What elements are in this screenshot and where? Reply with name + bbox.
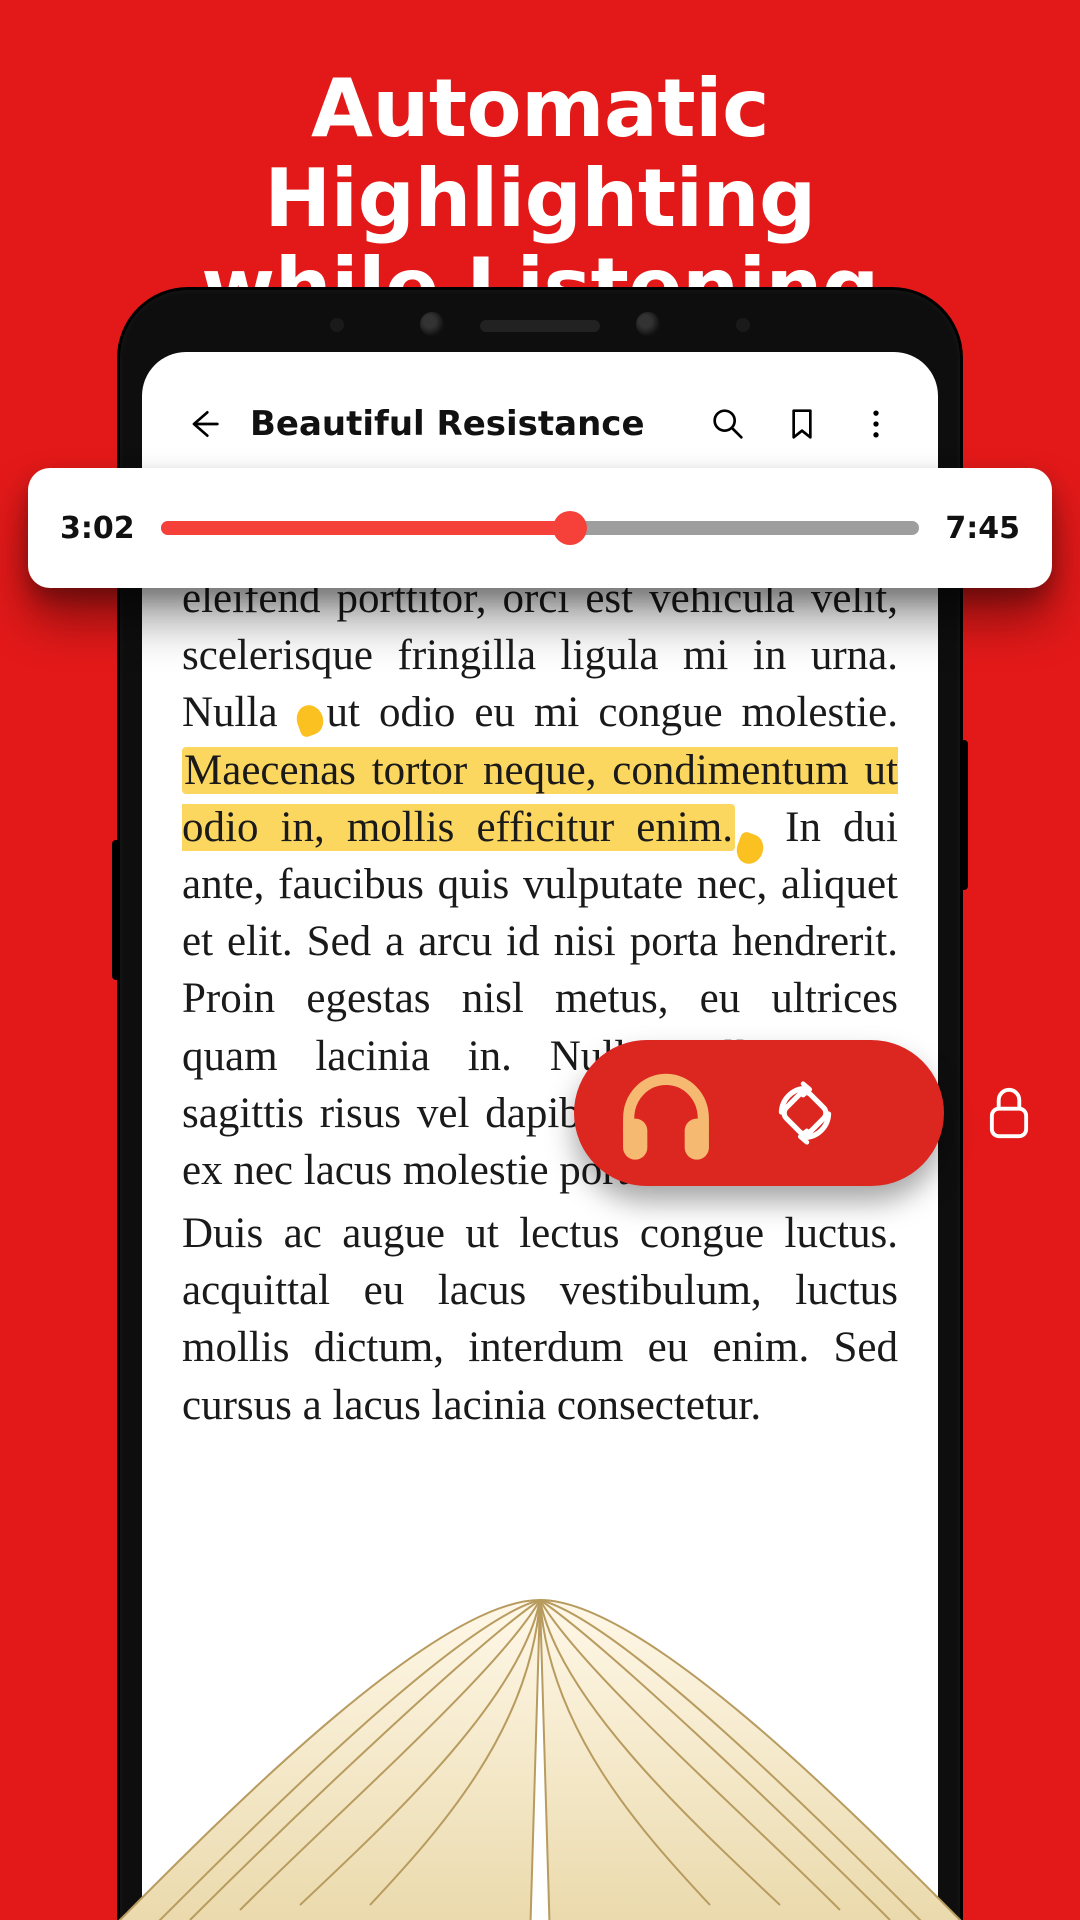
highlight-handle-end[interactable]: [735, 804, 763, 851]
auto-rotate-icon: [772, 1080, 838, 1146]
promo-headline: Automatic Highlighting while Listening: [0, 0, 1080, 333]
more-button[interactable]: [848, 396, 904, 452]
lock-button[interactable]: [974, 1073, 1044, 1153]
paragraph: Duis ac augue ut lectus congue luctus. a…: [182, 1205, 898, 1434]
reader-content[interactable]: eleifend porttitor, orci est vehicula ve…: [142, 570, 938, 1434]
search-icon: [708, 404, 748, 444]
book-title: Beautiful Resistance: [250, 404, 682, 444]
more-vertical-icon: [856, 404, 896, 444]
floating-actions: [574, 1040, 1080, 1186]
bookmark-icon: [782, 404, 822, 444]
audio-scrubber-thumb[interactable]: [553, 511, 587, 545]
arrow-left-icon: [184, 404, 224, 444]
elapsed-time: 3:02: [60, 511, 135, 546]
back-button[interactable]: [176, 396, 232, 452]
phone-sensor: [736, 318, 750, 332]
total-time: 7:45: [945, 511, 1020, 546]
audio-scrubber-fill: [161, 521, 571, 535]
headline-line1: Automatic Highlighting: [264, 62, 816, 245]
reader-topbar: Beautiful Resistance: [142, 352, 938, 474]
audio-progress-card: 3:02 7:45: [28, 468, 1052, 588]
phone-sensor: [636, 312, 660, 336]
listen-pill[interactable]: [574, 1040, 944, 1186]
search-button[interactable]: [700, 396, 756, 452]
audio-scrubber[interactable]: [161, 521, 920, 535]
phone-speaker: [480, 320, 600, 332]
highlight-handle-start[interactable]: [297, 689, 327, 736]
text: ut odio eu mi congue molestie.: [327, 689, 898, 736]
lock-icon: [982, 1083, 1036, 1143]
bookmark-button[interactable]: [774, 396, 830, 452]
headphones-icon: [610, 1057, 722, 1169]
phone-sensor: [330, 318, 344, 332]
phone-sensor: [420, 312, 444, 336]
